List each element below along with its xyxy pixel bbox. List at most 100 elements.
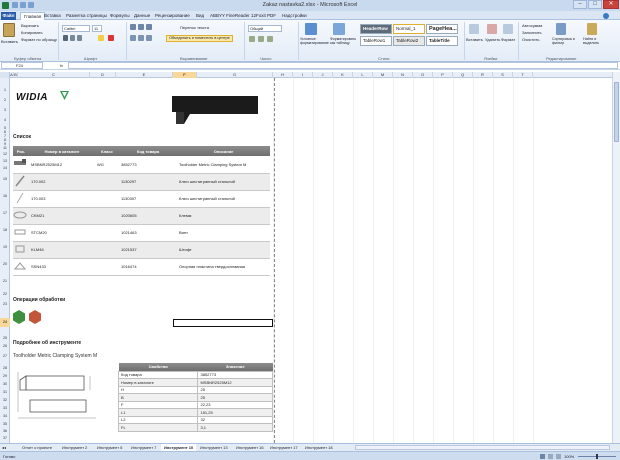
merge-center-button[interactable]: Объединить и поместить в центре — [166, 35, 233, 42]
operation-icon-1[interactable] — [13, 310, 25, 324]
tab-addins[interactable]: Надстройки — [282, 12, 307, 20]
row-header-active[interactable]: 24 — [0, 318, 10, 327]
sheet-tab[interactable]: Инструмент 2 — [62, 444, 87, 451]
row-header[interactable]: 14 — [0, 166, 10, 170]
table-row[interactable]: 170.003 1130307 Ключ шестигранный стальн… — [13, 190, 270, 207]
row-header[interactable]: 21 — [0, 279, 10, 283]
row-header[interactable]: 13 — [0, 159, 10, 163]
currency-icon[interactable] — [249, 36, 255, 42]
row-header[interactable]: 26 — [0, 344, 10, 348]
bold-icon[interactable] — [63, 35, 68, 41]
align-center-icon[interactable] — [138, 35, 144, 41]
row-header[interactable]: 34 — [0, 414, 10, 418]
row-header[interactable]: 1 — [0, 88, 10, 92]
align-left-icon[interactable] — [130, 35, 136, 41]
align-middle-icon[interactable] — [138, 24, 144, 30]
table-row[interactable]: H 25 — [117, 385, 273, 394]
sort-filter-button[interactable]: Сортировка и фильтр — [552, 37, 580, 45]
row-header[interactable]: 37 — [0, 436, 10, 440]
sheet-tab[interactable]: Инструмент 18 — [305, 444, 333, 451]
row-header[interactable]: 23 — [0, 302, 10, 306]
redo-icon[interactable] — [28, 2, 34, 8]
row-header[interactable]: 11 — [0, 146, 10, 150]
row-header[interactable]: 2 — [0, 98, 10, 102]
clear-button[interactable]: Очистить — [522, 37, 539, 42]
sheet-tab[interactable]: Инструмент 16 — [236, 444, 264, 451]
paste-button[interactable]: Вставить — [1, 39, 18, 44]
row-header[interactable]: 32 — [0, 398, 10, 402]
table-row[interactable]: Номер в каталоге MSBNR2525M12 — [117, 378, 273, 387]
table-row[interactable]: CKM21 1020605 Клемм — [13, 207, 270, 224]
row-header[interactable]: 3 — [0, 108, 10, 112]
table-row[interactable]: F 22,23 — [117, 400, 273, 409]
find-select-button[interactable]: Найти и выделить — [583, 37, 609, 45]
tab-insert[interactable]: Вставка — [44, 12, 61, 20]
number-format-box[interactable]: Общий — [248, 25, 282, 32]
sheet-tab[interactable]: Инструмент 13 — [200, 444, 228, 451]
format-cells-icon[interactable] — [503, 24, 513, 34]
sheet-tab[interactable]: Инструмент 7 — [131, 444, 156, 451]
thousands-icon[interactable] — [267, 36, 273, 42]
table-row[interactable]: FL 3,1 — [117, 423, 273, 432]
zoom-level[interactable]: 100% — [564, 453, 574, 460]
row-header[interactable]: 16 — [0, 194, 10, 198]
row-header[interactable]: 27 — [0, 354, 10, 358]
save-icon[interactable] — [12, 2, 18, 8]
find-select-icon[interactable] — [587, 23, 597, 35]
align-bottom-icon[interactable] — [146, 24, 152, 30]
sort-filter-icon[interactable] — [556, 23, 566, 35]
autosum-button[interactable]: Автосумма — [522, 23, 542, 28]
normal-view-icon[interactable] — [540, 454, 545, 459]
format-as-table-button[interactable]: Форматировать как таблицу — [330, 37, 360, 45]
format-as-table-icon[interactable] — [333, 23, 345, 35]
help-icon[interactable] — [603, 13, 609, 19]
close-button[interactable]: ✕ — [603, 0, 619, 9]
table-row[interactable]: SSN433 1016474 Опорная пластина твердосп… — [13, 258, 270, 275]
style-normal-1[interactable]: Normal_1 — [393, 24, 425, 34]
style-tablerow2[interactable]: TableRow2 — [393, 36, 425, 46]
tab-review[interactable]: Рецензирование — [155, 12, 190, 20]
row-header[interactable]: 12 — [0, 152, 10, 156]
row-header[interactable]: 17 — [0, 211, 10, 215]
tab-file[interactable]: Файл — [1, 12, 16, 20]
paste-icon[interactable] — [3, 23, 15, 37]
fx-button[interactable]: fx — [60, 63, 63, 68]
row-header[interactable]: 29 — [0, 374, 10, 378]
operation-icon-2[interactable] — [29, 310, 41, 324]
name-box[interactable]: F24 — [1, 62, 43, 69]
table-row[interactable]: L1 151,25 — [117, 408, 273, 417]
sheet-tab[interactable]: Отчет о проекте — [22, 444, 52, 451]
worksheet-grid[interactable]: WIDIA Список Рис. Номер в каталоге Класс… — [10, 78, 612, 443]
table-row[interactable]: Код товара 3852773 — [117, 370, 273, 379]
table-row[interactable]: B 25 — [117, 393, 273, 402]
row-header[interactable]: 19 — [0, 245, 10, 249]
font-name-box[interactable]: Calibri — [62, 25, 90, 32]
row-header[interactable]: 20 — [0, 262, 10, 266]
page-break-view-icon[interactable] — [556, 454, 561, 459]
font-color-icon[interactable] — [108, 35, 114, 41]
row-header[interactable]: 35 — [0, 422, 10, 426]
copy-button[interactable]: Копировать — [21, 30, 43, 35]
vertical-scrollbar[interactable] — [612, 72, 620, 443]
percent-icon[interactable] — [258, 36, 264, 42]
row-header[interactable]: 4 — [0, 118, 10, 122]
tab-page-layout[interactable]: Разметка страницы — [66, 12, 107, 20]
formula-input[interactable] — [68, 62, 618, 69]
excel-icon[interactable] — [2, 2, 9, 9]
fill-button[interactable]: Заполнить — [522, 30, 542, 35]
table-row[interactable]: L2 32 — [117, 415, 273, 424]
tab-foxit[interactable]: Foxit PDF — [256, 12, 276, 20]
font-size-box[interactable]: 11 — [92, 25, 102, 32]
zoom-slider-thumb[interactable] — [596, 454, 598, 459]
style-tablerow1[interactable]: TableRow1 — [360, 36, 392, 46]
underline-icon[interactable] — [77, 35, 82, 41]
minimize-button[interactable]: – — [573, 0, 587, 9]
align-top-icon[interactable] — [130, 24, 136, 30]
horizontal-scrollbar[interactable] — [355, 445, 610, 450]
fill-color-icon[interactable] — [98, 35, 104, 41]
italic-icon[interactable] — [70, 35, 75, 41]
selected-cell[interactable] — [173, 319, 273, 327]
align-right-icon[interactable] — [146, 35, 152, 41]
page-layout-view-icon[interactable] — [548, 454, 553, 459]
undo-icon[interactable] — [20, 2, 26, 8]
